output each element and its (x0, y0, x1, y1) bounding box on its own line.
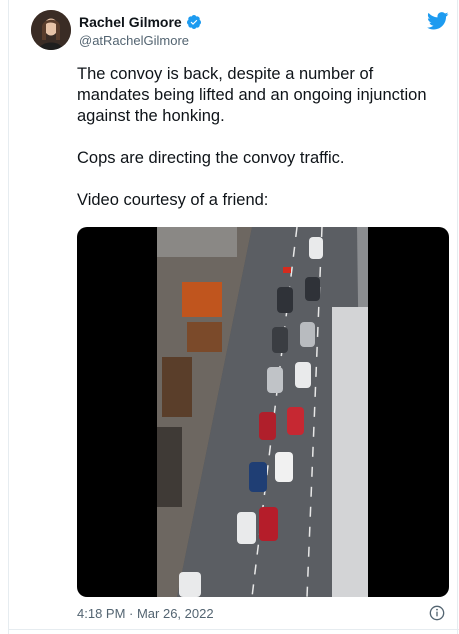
avatar[interactable] (31, 10, 71, 50)
video-player[interactable] (77, 227, 449, 597)
tweet-text: The convoy is back, despite a number of … (77, 64, 437, 232)
avatar-image (31, 10, 71, 50)
tweet-card: Rachel Gilmore @atRachelGilmore The conv… (8, 0, 459, 634)
author-name-row[interactable]: Rachel Gilmore (79, 14, 202, 30)
author-display-name[interactable]: Rachel Gilmore (79, 14, 182, 30)
tweet-paragraph: The convoy is back, despite a number of … (77, 65, 427, 125)
tweet-paragraph: Cops are directing the convoy traffic. (77, 149, 345, 167)
convoy-street-scene (157, 227, 368, 597)
verified-badge-icon (186, 15, 201, 29)
info-icon[interactable] (429, 605, 445, 621)
tweet-paragraph: Video courtesy of a friend: (77, 191, 269, 209)
tweet-timestamp[interactable]: 4:18 PM · Mar 26, 2022 (77, 606, 214, 621)
author-handle[interactable]: @atRachelGilmore (79, 33, 189, 48)
video-frame[interactable] (157, 227, 368, 597)
divider (9, 629, 459, 630)
twitter-bird-icon[interactable] (427, 12, 449, 30)
